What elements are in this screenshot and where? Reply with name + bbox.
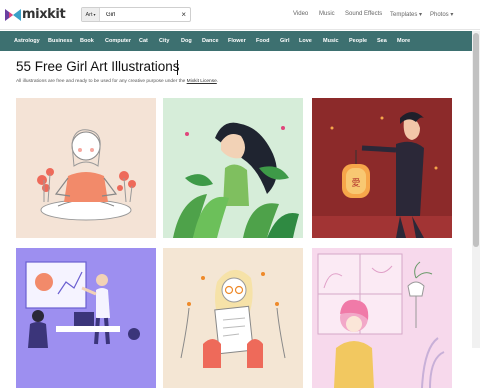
category-book[interactable]: Book bbox=[80, 38, 94, 44]
category-girl[interactable]: Girl bbox=[280, 38, 289, 44]
category-computer[interactable]: Computer bbox=[105, 38, 131, 44]
category-dance[interactable]: Dance bbox=[202, 38, 219, 44]
illustration-card-girl-with-lantern[interactable]: 愛 bbox=[312, 98, 452, 238]
girl-at-window-illustration bbox=[312, 248, 452, 388]
mixkit-logo-icon bbox=[5, 9, 21, 21]
subtitle-end: . bbox=[216, 79, 219, 84]
chevron-down-icon: ▾ bbox=[419, 12, 423, 18]
scrollbar-thumb[interactable] bbox=[473, 33, 479, 247]
girl-with-lantern-illustration: 愛 bbox=[312, 98, 452, 238]
page-title: 55 Free Girl Art Illustrations bbox=[16, 59, 180, 74]
top-bar: mixkit Art ▾ × Video Music Sound Effects… bbox=[0, 0, 480, 30]
category-music[interactable]: Music bbox=[323, 38, 339, 44]
chevron-down-icon: ▾ bbox=[93, 12, 96, 17]
nav-templates-label: Templates bbox=[390, 12, 418, 18]
illustration-card-girl-at-window[interactable] bbox=[312, 248, 452, 388]
category-astrology[interactable]: Astrology bbox=[14, 38, 40, 44]
search-box[interactable]: Art ▾ × bbox=[81, 7, 191, 22]
category-more[interactable]: More bbox=[397, 38, 410, 44]
nav-music[interactable]: Music bbox=[319, 11, 335, 17]
svg-text:愛: 愛 bbox=[351, 177, 360, 189]
category-bar: Astrology Business Book Computer Cat Cit… bbox=[0, 31, 472, 51]
search-input[interactable] bbox=[100, 8, 170, 21]
category-cat[interactable]: Cat bbox=[139, 38, 148, 44]
girl-reading-paper-illustration bbox=[163, 248, 303, 388]
search-scope-dropdown[interactable]: Art ▾ bbox=[82, 8, 100, 21]
category-city[interactable]: City bbox=[159, 38, 169, 44]
category-sea[interactable]: Sea bbox=[377, 38, 387, 44]
category-flower[interactable]: Flower bbox=[228, 38, 246, 44]
illustration-card-girl-meditating[interactable] bbox=[16, 98, 156, 238]
chevron-down-icon: ▾ bbox=[450, 12, 454, 18]
nav-sound-effects[interactable]: Sound Effects bbox=[345, 11, 382, 17]
girl-with-leaves-illustration bbox=[163, 98, 303, 238]
category-food[interactable]: Food bbox=[256, 38, 269, 44]
text-cursor bbox=[177, 60, 178, 75]
brand-name: mixkit bbox=[22, 7, 66, 22]
girl-meditating-illustration bbox=[16, 98, 156, 238]
illustration-card-girl-with-leaves[interactable] bbox=[163, 98, 303, 238]
category-love[interactable]: Love bbox=[299, 38, 312, 44]
illustration-card-girl-reading-paper[interactable] bbox=[163, 248, 303, 388]
category-people[interactable]: People bbox=[349, 38, 367, 44]
office-presentation-illustration bbox=[16, 248, 156, 388]
close-icon[interactable]: × bbox=[181, 9, 186, 20]
search-scope-label: Art bbox=[85, 11, 93, 18]
nav-photos-label: Photos bbox=[430, 12, 449, 18]
category-business[interactable]: Business bbox=[48, 38, 72, 44]
nav-templates[interactable]: Templates ▾ bbox=[390, 11, 422, 18]
page-subtitle: All illustrations are free and ready to … bbox=[16, 79, 218, 84]
nav-photos[interactable]: Photos ▾ bbox=[430, 11, 453, 18]
category-dog[interactable]: Dog bbox=[181, 38, 192, 44]
mixkit-logo[interactable]: mixkit bbox=[5, 7, 66, 23]
illustration-card-office-presentation[interactable] bbox=[16, 248, 156, 388]
nav-video[interactable]: Video bbox=[293, 11, 308, 17]
subtitle-text: All illustrations are free and ready to … bbox=[16, 79, 187, 84]
license-link[interactable]: Mixkit License bbox=[187, 79, 217, 84]
